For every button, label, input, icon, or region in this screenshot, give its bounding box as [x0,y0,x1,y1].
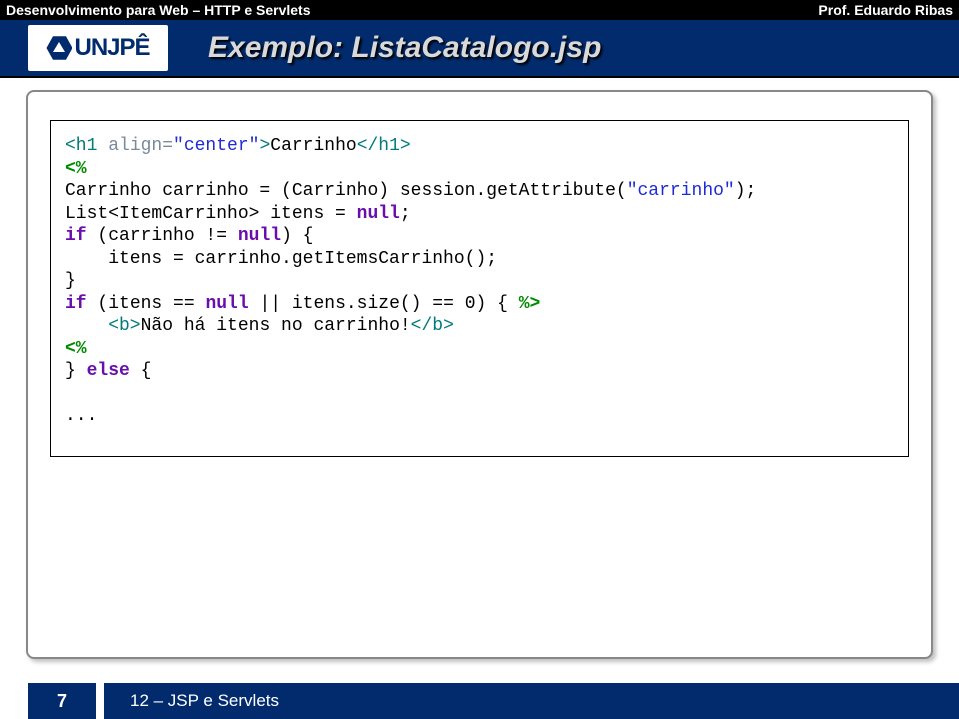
code-tag: </h1> [357,136,411,156]
code-text: (itens == [87,294,206,314]
code-scriptlet: <% [65,339,87,359]
code-text: { [130,361,152,381]
header-left: Desenvolvimento para Web – HTTP e Servle… [6,2,311,18]
code-str: "carrinho" [627,181,735,201]
header-right: Prof. Eduardo Ribas [818,2,953,18]
code-text: || itens.size() == 0) { [249,294,519,314]
code-text: } [65,361,87,381]
code-keyword: null [238,226,281,246]
page-title: Exemplo: ListaCatalogo.jsp [168,31,959,65]
logo: UNJPÊ [28,25,168,71]
code-scriptlet: <% [65,159,87,179]
code-attr: align= [108,136,173,156]
code-keyword: if [65,226,87,246]
title-area: UNJPÊ Exemplo: ListaCatalogo.jsp [0,20,959,78]
code-tag: <h1 [65,136,108,156]
code-text: ... [65,406,97,426]
code-text: ; [400,204,411,224]
code-keyword: null [205,294,248,314]
code-tag: </b> [411,316,454,336]
code-text: ); [735,181,757,201]
footer: 7 12 – JSP e Servlets [0,683,959,719]
code-box: <h1 align="center">Carrinho</h1> <% Carr… [50,120,909,457]
code-str: "center" [173,136,259,156]
code-text: List<ItemCarrinho> itens = [65,204,357,224]
code-text: (carrinho != [87,226,238,246]
top-bar: Desenvolvimento para Web – HTTP e Servle… [0,0,959,20]
code-keyword: if [65,294,87,314]
logo-text: UNJPÊ [74,34,149,62]
code-keyword: else [87,361,130,381]
content-area: <h1 align="center">Carrinho</h1> <% Carr… [26,90,933,659]
page-number: 7 [28,683,96,719]
code-text: } [65,271,76,291]
code-tag: <b> [65,316,141,336]
code-text: itens = carrinho.getItemsCarrinho(); [65,249,497,269]
logo-icon [46,35,72,61]
footer-text: 12 – JSP e Servlets [104,683,959,719]
code-text: Carrinho [270,136,356,156]
code-text: ) { [281,226,313,246]
code-text: Não há itens no carrinho! [141,316,411,336]
code-text: Carrinho carrinho = (Carrinho) session.g… [65,181,627,201]
code-scriptlet: %> [519,294,541,314]
code-keyword: null [357,204,400,224]
code-tag: > [259,136,270,156]
